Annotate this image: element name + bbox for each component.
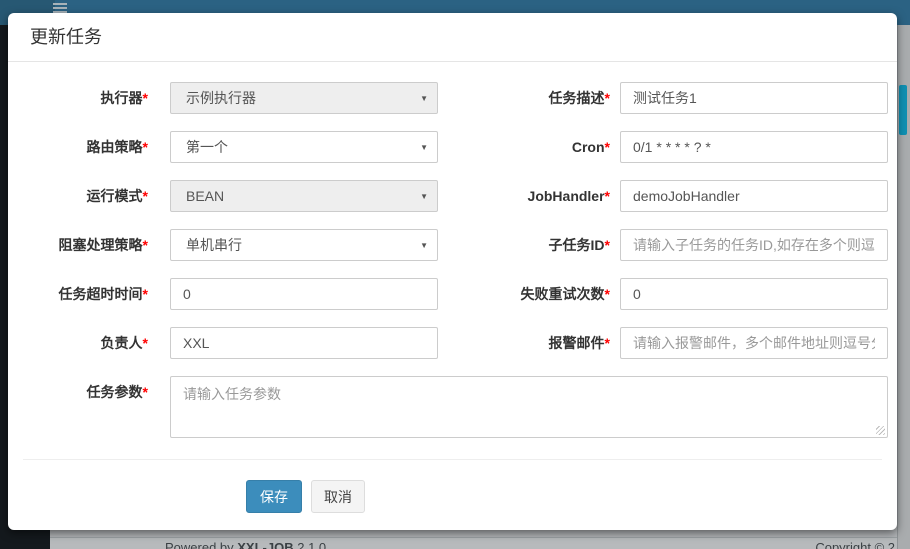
- executor-select: 示例执行器 ▼: [170, 82, 438, 114]
- update-task-modal: 更新任务 执行器* 示例执行器 ▼ 任务描述* 路由策略* 第一个 ▼ Cron…: [8, 13, 897, 530]
- label-executor: 执行器*: [8, 82, 162, 114]
- form-row: 负责人* 报警邮件*: [8, 327, 897, 359]
- label-run-mode: 运行模式*: [8, 180, 162, 212]
- route-strategy-select[interactable]: 第一个 ▼: [170, 131, 438, 163]
- chevron-down-icon: ▼: [420, 143, 428, 152]
- owner-input[interactable]: [170, 327, 438, 359]
- fail-retry-count-input[interactable]: [620, 278, 888, 310]
- required-mark: *: [143, 90, 148, 106]
- page-footer: Powered by XXL-JOB 2.1.0 Copyright © 2: [50, 537, 897, 549]
- label-jobhandler: JobHandler*: [438, 180, 620, 212]
- required-mark: *: [605, 188, 610, 204]
- label-block-strategy: 阻塞处理策略*: [8, 229, 162, 261]
- scrollbar-thumb[interactable]: [899, 85, 907, 135]
- modal-header: 更新任务: [8, 13, 897, 62]
- block-strategy-select[interactable]: 单机串行 ▼: [170, 229, 438, 261]
- form-row: 执行器* 示例执行器 ▼ 任务描述*: [8, 82, 897, 114]
- vertical-scrollbar[interactable]: [897, 25, 910, 549]
- label-child-job-id: 子任务ID*: [438, 229, 620, 261]
- divider: [23, 459, 882, 460]
- form-row: 路由策略* 第一个 ▼ Cron*: [8, 131, 897, 163]
- required-mark: *: [605, 286, 610, 302]
- label-task-params: 任务参数*: [8, 376, 162, 438]
- chevron-down-icon: ▼: [420, 94, 428, 103]
- copyright-text: Copyright © 2: [815, 540, 895, 549]
- task-description-input[interactable]: [620, 82, 888, 114]
- required-mark: *: [143, 139, 148, 155]
- required-mark: *: [605, 139, 610, 155]
- required-mark: *: [143, 384, 148, 400]
- powered-by-text: Powered by XXL-JOB 2.1.0: [165, 540, 326, 549]
- timeout-input[interactable]: [170, 278, 438, 310]
- save-button[interactable]: 保存: [246, 480, 302, 513]
- alarm-email-input[interactable]: [620, 327, 888, 359]
- required-mark: *: [143, 188, 148, 204]
- button-row: 保存 取消: [246, 480, 897, 513]
- label-cron: Cron*: [438, 131, 620, 163]
- required-mark: *: [605, 237, 610, 253]
- run-mode-select: BEAN ▼: [170, 180, 438, 212]
- task-params-textarea[interactable]: [170, 376, 888, 438]
- required-mark: *: [605, 335, 610, 351]
- child-job-id-input[interactable]: [620, 229, 888, 261]
- required-mark: *: [143, 286, 148, 302]
- form-row: 阻塞处理策略* 单机串行 ▼ 子任务ID*: [8, 229, 897, 261]
- cron-input[interactable]: [620, 131, 888, 163]
- modal-title: 更新任务: [30, 13, 897, 61]
- form-row: 运行模式* BEAN ▼ JobHandler*: [8, 180, 897, 212]
- form-row: 任务参数*: [8, 376, 897, 438]
- jobhandler-input[interactable]: [620, 180, 888, 212]
- chevron-down-icon: ▼: [420, 192, 428, 201]
- label-route-strategy: 路由策略*: [8, 131, 162, 163]
- modal-body: 执行器* 示例执行器 ▼ 任务描述* 路由策略* 第一个 ▼ Cron* 运行模…: [8, 62, 897, 513]
- required-mark: *: [143, 335, 148, 351]
- cancel-button[interactable]: 取消: [311, 480, 365, 513]
- screen: Powered by XXL-JOB 2.1.0 Copyright © 2 更…: [0, 0, 910, 549]
- label-fail-retry-count: 失败重试次数*: [438, 278, 620, 310]
- hamburger-icon: [53, 3, 68, 13]
- label-owner: 负责人*: [8, 327, 162, 359]
- task-params-wrap: [162, 376, 888, 438]
- resize-grip-icon[interactable]: [876, 426, 885, 435]
- label-alarm-email: 报警邮件*: [438, 327, 620, 359]
- required-mark: *: [605, 90, 610, 106]
- label-task-description: 任务描述*: [438, 82, 620, 114]
- label-timeout: 任务超时时间*: [8, 278, 162, 310]
- form-row: 任务超时时间* 失败重试次数*: [8, 278, 897, 310]
- required-mark: *: [143, 237, 148, 253]
- chevron-down-icon: ▼: [420, 241, 428, 250]
